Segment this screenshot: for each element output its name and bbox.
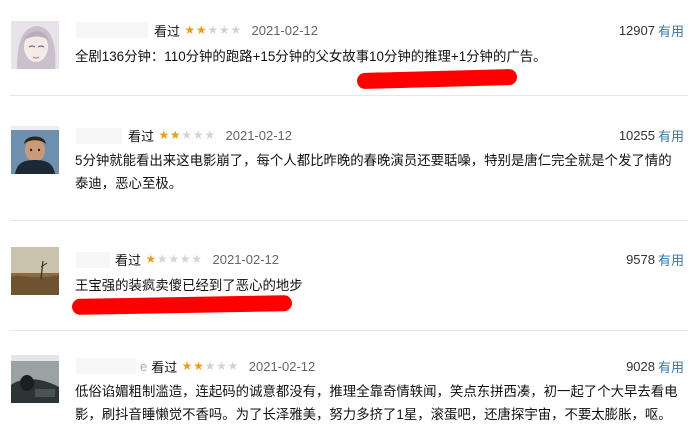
watch-status: 看过	[151, 359, 178, 375]
star-empty-icon: ★	[179, 252, 191, 266]
review-meta: 看过 ★ ★ ★ ★ ★ 2021-02-12	[115, 250, 279, 268]
review-date: 2021-02-12	[251, 22, 319, 38]
user-avatar[interactable]	[11, 21, 59, 69]
dark-figure-avatar-icon	[11, 355, 59, 403]
vote-count: 12907	[618, 22, 655, 38]
desert-landscape-avatar-icon	[11, 247, 59, 295]
rating-stars: ★ ★ ★ ★ ★	[158, 129, 216, 141]
review-text: 5分钟就能看出来这电影崩了，每个人都比昨晚的春晚演员还要聒噪，特别是唐仁完全就是…	[75, 153, 672, 191]
highlight-mark	[356, 68, 518, 90]
star-empty-icon: ★	[204, 128, 216, 142]
review-text: 王宝强的装疯卖傻已经到了恶心的地步	[75, 278, 303, 293]
review-meta: 看过 ★ ★ ★ ★ ★ 2021-02-12	[128, 126, 292, 144]
review-meta: e 看过 ★ ★ ★ ★ ★ 2021-02-12	[140, 357, 315, 375]
star-empty-icon: ★	[218, 23, 230, 37]
username-suffix[interactable]: e	[140, 359, 147, 374]
star-filled-icon: ★	[145, 252, 157, 266]
rating-stars: ★ ★ ★ ★ ★	[181, 360, 239, 372]
star-empty-icon: ★	[192, 128, 204, 142]
rating-stars: ★ ★ ★ ★ ★	[145, 253, 203, 265]
rating-stars: ★ ★ ★ ★ ★	[184, 24, 242, 36]
username-blurred[interactable]	[76, 252, 110, 268]
watch-status: 看过	[128, 128, 155, 144]
review-date: 2021-02-12	[225, 127, 293, 143]
star-empty-icon: ★	[191, 252, 203, 266]
watch-status: 看过	[154, 23, 181, 39]
vote-count: 9028	[626, 358, 655, 374]
star-empty-icon: ★	[156, 252, 168, 266]
review-date: 2021-02-12	[212, 251, 280, 267]
user-avatar[interactable]	[11, 247, 59, 295]
star-filled-icon: ★	[193, 359, 204, 373]
vote-area: 10255 有用	[619, 126, 684, 144]
star-filled-icon: ★	[169, 128, 181, 142]
useful-button[interactable]: 有用	[658, 250, 684, 269]
username-blurred[interactable]	[76, 358, 136, 374]
user-avatar[interactable]	[11, 126, 59, 174]
star-filled-icon: ★	[181, 359, 193, 373]
star-empty-icon: ★	[168, 252, 180, 266]
username-blurred[interactable]	[76, 128, 122, 144]
useful-button[interactable]: 有用	[658, 357, 684, 376]
vote-count: 10255	[618, 127, 655, 143]
useful-button[interactable]: 有用	[658, 21, 684, 40]
star-empty-icon: ★	[230, 23, 242, 37]
vote-area: 9028 有用	[626, 357, 684, 375]
review-text: 全剧136分钟：110分钟的跑路+15分钟的父女故事10分钟的推理+1分钟的广告…	[75, 49, 547, 64]
star-empty-icon: ★	[227, 359, 239, 373]
vote-area: 12907 有用	[619, 21, 684, 39]
review-date: 2021-02-12	[248, 358, 316, 374]
vote-count: 9578	[626, 251, 655, 267]
divider	[10, 95, 688, 96]
review-meta: 看过 ★ ★ ★ ★ ★ 2021-02-12	[154, 21, 318, 39]
user-avatar[interactable]	[11, 355, 59, 403]
divider	[10, 220, 688, 221]
star-empty-icon: ★	[204, 359, 216, 373]
star-filled-icon: ★	[158, 128, 170, 142]
man-portrait-avatar-icon	[11, 126, 59, 174]
vote-area: 9578 有用	[626, 250, 684, 268]
username-blurred[interactable]	[76, 22, 148, 38]
review-text: 低俗谄媚粗制滥造，连起码的诚意都没有，推理全靠奇情轶闻，笑点东拼西凑，初一起了个…	[75, 384, 678, 422]
star-empty-icon: ★	[181, 128, 193, 142]
divider	[10, 330, 688, 331]
highlight-mark	[71, 295, 293, 315]
star-empty-icon: ★	[207, 23, 219, 37]
watch-status: 看过	[115, 252, 142, 268]
star-filled-icon: ★	[184, 23, 196, 37]
useful-button[interactable]: 有用	[658, 126, 684, 145]
anime-girl-avatar-icon	[11, 21, 59, 69]
star-filled-icon: ★	[195, 23, 207, 37]
star-empty-icon: ★	[216, 359, 227, 373]
